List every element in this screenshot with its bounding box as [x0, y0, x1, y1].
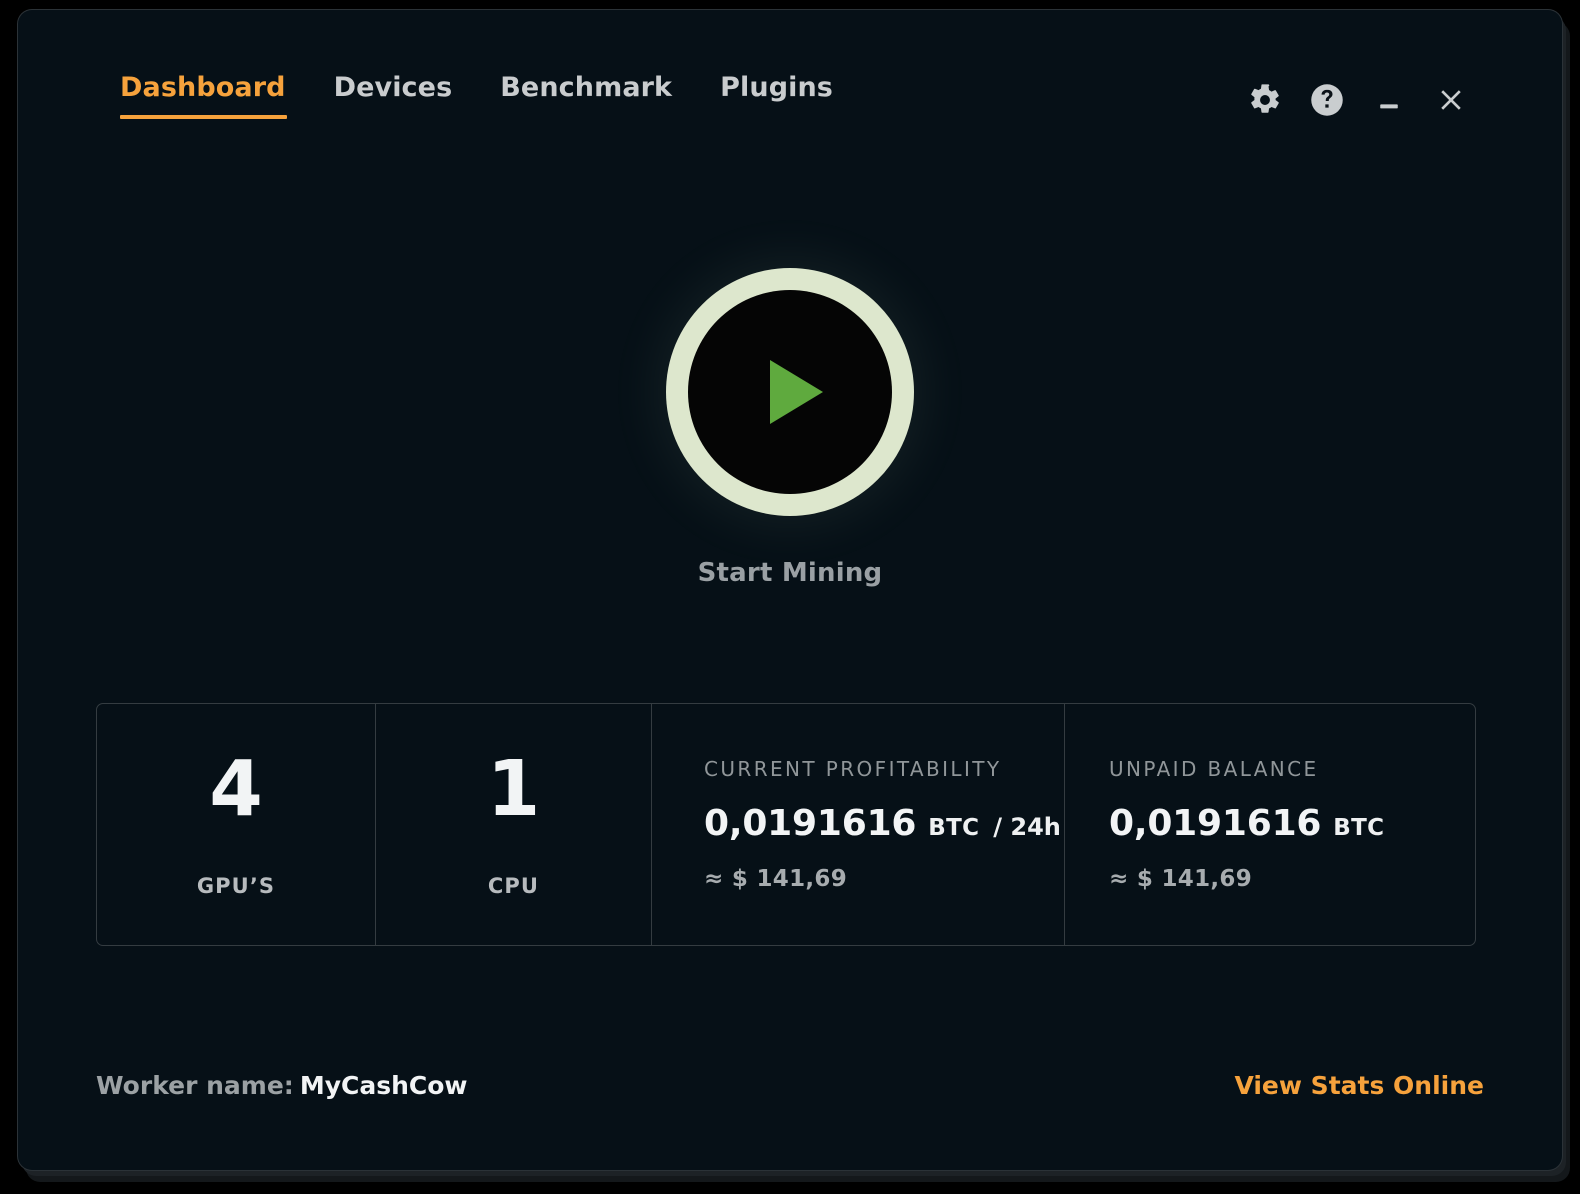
balance-amount: 0,0191616 [1109, 803, 1321, 844]
profitability-title: CURRENT PROFITABILITY [704, 757, 1064, 781]
tab-dashboard[interactable]: Dashboard [96, 72, 310, 119]
window-controls [1234, 72, 1482, 128]
settings-gear-icon [1248, 83, 1282, 117]
stat-card-unpaid-balance: UNPAID BALANCE 0,0191616 BTC ≈ $ 141,69 [1064, 704, 1475, 945]
balance-value-row: 0,0191616 BTC [1109, 803, 1475, 844]
tab-benchmark[interactable]: Benchmark [476, 72, 696, 119]
profitability-period: / 24h [993, 813, 1061, 841]
close-button[interactable] [1420, 72, 1482, 128]
tab-devices[interactable]: Devices [310, 72, 477, 119]
main-navigation: Dashboard Devices Benchmark Plugins [96, 72, 857, 119]
cpu-count-label: CPU [488, 874, 539, 898]
profitability-amount: 0,0191616 [704, 803, 916, 844]
gpu-count-value: 4 [209, 751, 263, 828]
close-icon [1435, 84, 1467, 116]
help-button[interactable] [1296, 72, 1358, 128]
minimize-button[interactable] [1358, 72, 1420, 128]
tab-plugins[interactable]: Plugins [696, 72, 857, 119]
minimize-icon [1374, 85, 1404, 115]
cpu-count-value: 1 [487, 751, 541, 828]
balance-fiat: ≈ $ 141,69 [1109, 866, 1475, 892]
help-icon [1309, 82, 1345, 118]
profitability-unit: BTC [928, 815, 979, 841]
worker-name-value: MyCashCow [300, 1071, 468, 1100]
view-stats-online-link[interactable]: View Stats Online [1234, 1071, 1484, 1100]
play-icon [770, 360, 823, 424]
stat-card-cpu: 1 CPU [375, 704, 651, 945]
stat-card-gpus: 4 GPU’S [97, 704, 375, 945]
start-mining-button[interactable] [666, 268, 914, 516]
worker-name-label: Worker name: [96, 1071, 294, 1100]
start-mining-label: Start Mining [698, 558, 883, 588]
stats-panel: 4 GPU’S 1 CPU CURRENT PROFITABILITY 0,01… [96, 703, 1476, 946]
balance-unit: BTC [1333, 815, 1384, 841]
mining-control: Start Mining [18, 268, 1562, 588]
play-button-inner [688, 290, 892, 494]
balance-title: UNPAID BALANCE [1109, 757, 1475, 781]
settings-button[interactable] [1234, 72, 1296, 128]
title-bar: Dashboard Devices Benchmark Plugins [18, 10, 1562, 140]
gpu-count-label: GPU’S [197, 874, 275, 898]
profitability-fiat: ≈ $ 141,69 [704, 866, 1064, 892]
application-window: Dashboard Devices Benchmark Plugins [18, 10, 1562, 1170]
worker-name-row: Worker name:MyCashCow [96, 1071, 468, 1100]
profitability-value-row: 0,0191616 BTC / 24h [704, 803, 1064, 844]
footer-bar: Worker name:MyCashCow View Stats Online [96, 1050, 1484, 1120]
stat-card-profitability: CURRENT PROFITABILITY 0,0191616 BTC / 24… [651, 704, 1064, 945]
